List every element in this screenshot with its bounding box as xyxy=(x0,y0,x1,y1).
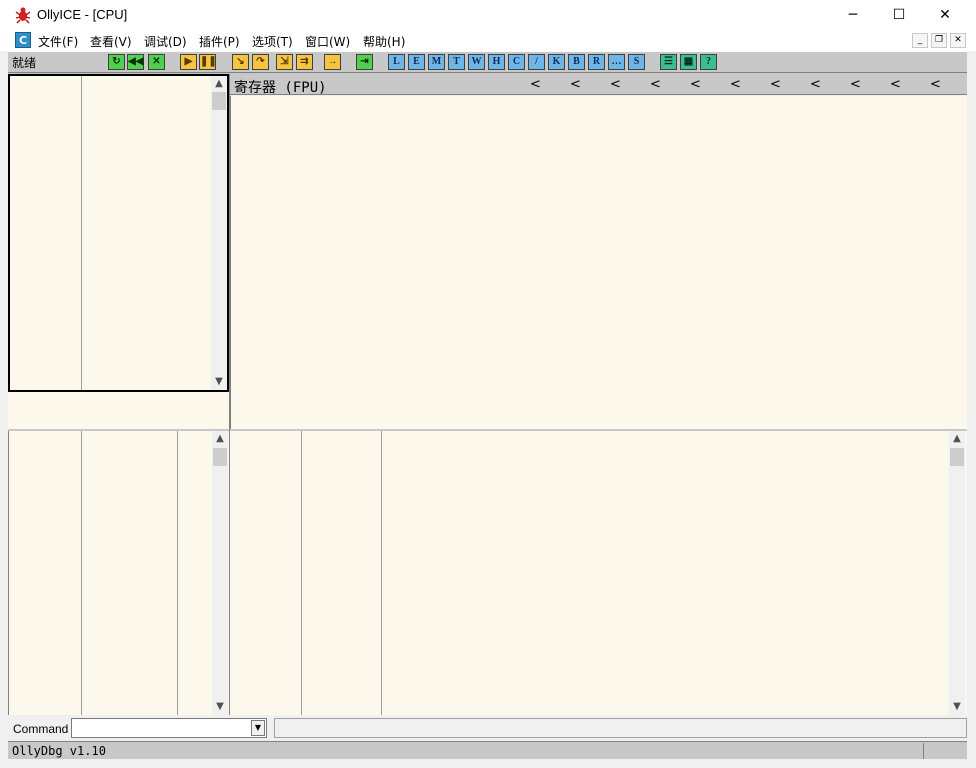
menu-view[interactable]: 查看(V) xyxy=(90,33,132,50)
register-chevron[interactable]: < xyxy=(650,77,661,92)
run-button[interactable]: ▶ xyxy=(180,54,197,70)
dump-scrollbar[interactable]: ▲ ▼ xyxy=(212,431,228,715)
source-window-button[interactable]: S xyxy=(628,54,645,70)
title-bar: OllyICE - [CPU] ─ ☐ ✕ xyxy=(0,0,976,30)
references-window-button[interactable]: R xyxy=(588,54,605,70)
mdi-minimize-button[interactable]: _ xyxy=(912,33,928,48)
stack-value-divider xyxy=(381,431,382,715)
disassembly-pane[interactable]: ▲ ▼ xyxy=(8,74,229,392)
run-trace-window-button[interactable]: … xyxy=(608,54,625,70)
version-text: OllyDbg v1.10 xyxy=(12,744,106,758)
toolbar: 就绪 ↻ ◀◀ ✕ ▶ ❚❚ ↘ ↷ ⇲ ⇉ → ⇥ L E M T W H C… xyxy=(8,51,967,73)
mdi-close-button[interactable]: ✕ xyxy=(950,33,966,48)
stack-address-divider xyxy=(301,431,302,715)
register-chevron[interactable]: < xyxy=(890,77,901,92)
menu-plugins[interactable]: 插件(P) xyxy=(199,33,240,50)
scroll-up-arrow[interactable]: ▲ xyxy=(211,76,227,92)
open-button[interactable]: ↻ xyxy=(108,54,125,70)
status-bar: OllyDbg v1.10 xyxy=(8,741,967,759)
address-column-divider xyxy=(81,76,82,390)
maximize-button[interactable]: ☐ xyxy=(876,0,922,30)
step-into-button[interactable]: ↘ xyxy=(232,54,249,70)
status-text: 就绪 xyxy=(12,56,37,70)
step-over-button[interactable]: ↷ xyxy=(252,54,269,70)
help-button[interactable]: ? xyxy=(700,54,717,70)
trace-into-button[interactable]: ⇲ xyxy=(276,54,293,70)
menu-file[interactable]: 文件(F) xyxy=(38,33,78,50)
status-separator xyxy=(923,743,924,759)
scroll-up-arrow[interactable]: ▲ xyxy=(212,431,228,447)
goto-button[interactable]: ⇥ xyxy=(356,54,373,70)
minimize-button[interactable]: ─ xyxy=(830,0,876,30)
windows-window-button[interactable]: W xyxy=(468,54,485,70)
trace-over-button[interactable]: ⇉ xyxy=(296,54,313,70)
menu-help[interactable]: 帮助(H) xyxy=(363,33,405,50)
register-chevron[interactable]: < xyxy=(530,77,541,92)
register-chevron[interactable]: < xyxy=(810,77,821,92)
scroll-up-arrow[interactable]: ▲ xyxy=(949,431,965,447)
disassembly-scrollbar[interactable]: ▲ ▼ xyxy=(211,76,227,390)
options-button[interactable]: ☰ xyxy=(660,54,677,70)
command-info-field xyxy=(274,718,967,738)
ollydbg-bug-icon xyxy=(15,7,31,24)
registers-header[interactable]: 寄存器 (FPU) < < < < < < < < < < < xyxy=(230,76,967,96)
menu-bar: C 文件(F) 查看(V) 调试(D) 插件(P) 选项(T) 窗口(W) 帮助… xyxy=(0,30,976,51)
modules-window-button[interactable]: E xyxy=(408,54,425,70)
register-chevron[interactable]: < xyxy=(850,77,861,92)
close-program-button[interactable]: ✕ xyxy=(148,54,165,70)
call-stack-window-button[interactable]: K xyxy=(548,54,565,70)
scroll-thumb[interactable] xyxy=(213,448,227,466)
restart-button[interactable]: ◀◀ xyxy=(127,54,144,70)
info-pane[interactable] xyxy=(8,392,229,429)
command-dropdown-button[interactable]: ▼ xyxy=(251,720,265,736)
registers-pane[interactable] xyxy=(230,96,967,429)
command-label: Command xyxy=(13,722,69,736)
appearance-button[interactable]: ▦ xyxy=(680,54,697,70)
menu-debug[interactable]: 调试(D) xyxy=(144,33,187,50)
cpu-window-icon[interactable]: C xyxy=(15,32,31,48)
scroll-thumb[interactable] xyxy=(212,92,226,110)
cpu-window-button[interactable]: C xyxy=(508,54,525,70)
scroll-down-arrow[interactable]: ▼ xyxy=(211,374,227,390)
close-button[interactable]: ✕ xyxy=(922,0,968,30)
register-chevron[interactable]: < xyxy=(770,77,781,92)
execute-till-return-button[interactable]: → xyxy=(324,54,341,70)
stack-scrollbar[interactable]: ▲ ▼ xyxy=(949,431,965,715)
scroll-thumb[interactable] xyxy=(950,448,964,466)
scroll-down-arrow[interactable]: ▼ xyxy=(949,699,965,715)
dump-address-divider xyxy=(81,431,82,715)
window-title: OllyICE - [CPU] xyxy=(37,7,128,22)
registers-title: 寄存器 (FPU) xyxy=(234,80,327,96)
command-bar: Command ▼ xyxy=(8,716,967,741)
handles-window-button[interactable]: H xyxy=(488,54,505,70)
dump-pane[interactable]: ▲ ▼ xyxy=(8,431,229,715)
mdi-restore-button[interactable]: ❐ xyxy=(931,33,947,48)
log-window-button[interactable]: L xyxy=(388,54,405,70)
memory-window-button[interactable]: M xyxy=(428,54,445,70)
threads-window-button[interactable]: T xyxy=(448,54,465,70)
menu-window[interactable]: 窗口(W) xyxy=(305,33,350,50)
register-chevron[interactable]: < xyxy=(610,77,621,92)
register-chevron[interactable]: < xyxy=(690,77,701,92)
register-chevron[interactable]: < xyxy=(570,77,581,92)
stack-pane[interactable]: ▲ ▼ xyxy=(230,431,967,715)
register-chevron[interactable]: < xyxy=(730,77,741,92)
command-input[interactable] xyxy=(71,718,267,738)
breakpoints-window-button[interactable]: B xyxy=(568,54,585,70)
register-chevron[interactable]: < xyxy=(930,77,941,92)
scroll-down-arrow[interactable]: ▼ xyxy=(212,699,228,715)
patches-window-button[interactable]: / xyxy=(528,54,545,70)
menu-options[interactable]: 选项(T) xyxy=(252,33,293,50)
dump-hex-divider xyxy=(177,431,178,715)
pause-button[interactable]: ❚❚ xyxy=(199,54,217,70)
